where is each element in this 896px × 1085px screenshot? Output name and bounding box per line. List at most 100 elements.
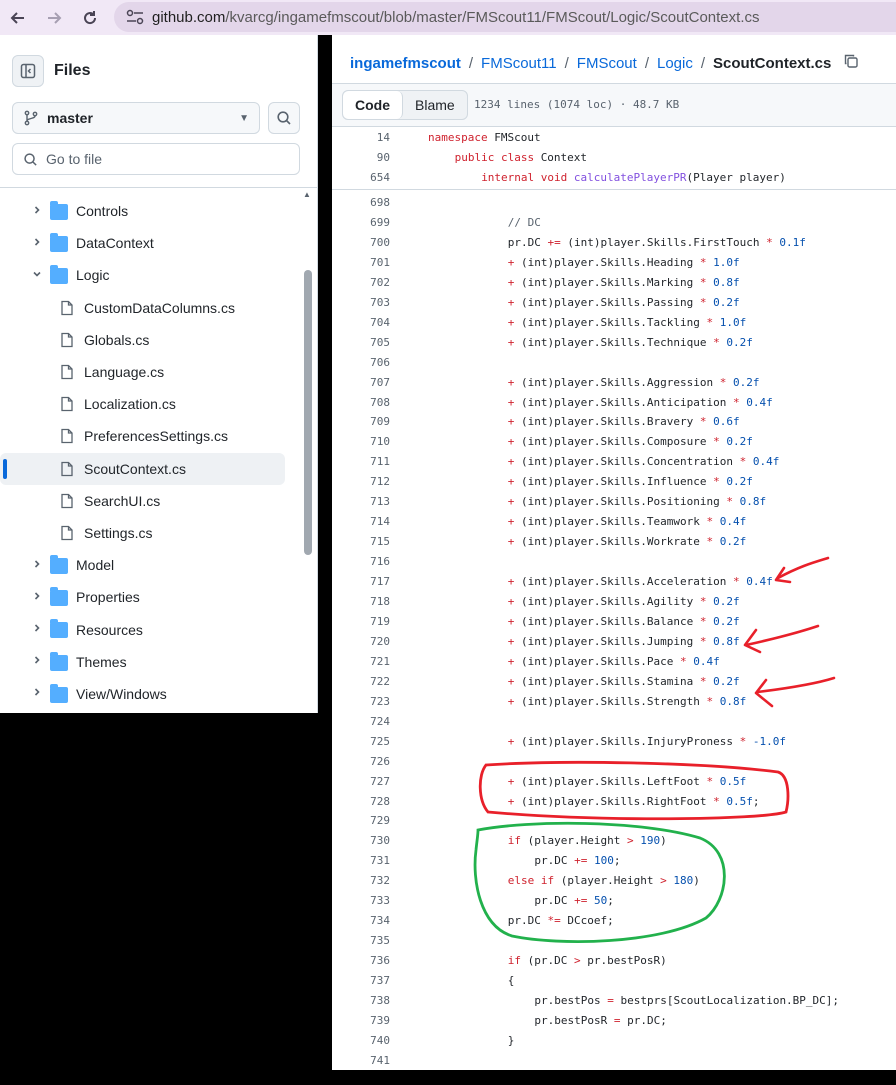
back-arrow-icon[interactable]	[0, 0, 36, 35]
code-token: 1.0f	[713, 315, 747, 329]
line-number[interactable]: 713	[332, 495, 390, 508]
tree-folder-datacontext[interactable]: DataContext	[0, 227, 300, 259]
tree-file-language-cs[interactable]: Language.cs	[0, 356, 300, 388]
line-number[interactable]: 738	[332, 994, 390, 1007]
code-token: -1.0f	[746, 734, 786, 748]
tree-folder-controls[interactable]: Controls	[0, 195, 300, 227]
tree-file-scoutcontext-cs[interactable]: ScoutContext.cs	[0, 452, 285, 485]
line-number[interactable]: 715	[332, 535, 390, 548]
line-number[interactable]: 700	[332, 236, 390, 249]
chevron-right-icon[interactable]	[30, 204, 44, 219]
chevron-right-icon[interactable]	[30, 686, 44, 701]
tree-folder-themes[interactable]: Themes	[0, 646, 300, 678]
tree-folder-logic[interactable]: Logic	[0, 259, 300, 291]
code-token: 0.8f	[706, 275, 740, 289]
tab-code[interactable]: Code	[343, 91, 403, 119]
line-number[interactable]: 705	[332, 336, 390, 349]
reload-icon[interactable]	[72, 0, 108, 35]
tree-file-customdatacolumns-cs[interactable]: CustomDataColumns.cs	[0, 292, 300, 324]
chevron-right-icon[interactable]	[30, 236, 44, 251]
line-number[interactable]: 712	[332, 475, 390, 488]
line-number[interactable]: 701	[332, 256, 390, 269]
chevron-down-icon[interactable]	[30, 268, 44, 283]
line-number[interactable]: 729	[332, 814, 390, 827]
line-number[interactable]: 741	[332, 1054, 390, 1067]
line-number[interactable]: 702	[332, 276, 390, 289]
line-number[interactable]: 731	[332, 854, 390, 867]
code-token: (int)player.Skills.Technique	[514, 335, 714, 349]
tree-folder-properties[interactable]: Properties	[0, 581, 300, 613]
line-number[interactable]: 723	[332, 695, 390, 708]
line-number[interactable]: 721	[332, 655, 390, 668]
tree-folder-view-windows[interactable]: View/Windows	[0, 678, 300, 710]
code-token: public class	[454, 151, 541, 164]
line-number[interactable]: 735	[332, 934, 390, 947]
line-number[interactable]: 730	[332, 834, 390, 847]
line-number[interactable]: 704	[332, 316, 390, 329]
tree-file-globals-cs[interactable]: Globals.cs	[0, 324, 300, 356]
breadcrumb-link[interactable]: FMScout11	[481, 55, 557, 72]
breadcrumb-link[interactable]: Logic	[657, 55, 693, 72]
go-to-file-input[interactable]: Go to file	[12, 143, 300, 175]
breadcrumb-link[interactable]: FMScout	[577, 55, 637, 72]
line-number[interactable]: 733	[332, 894, 390, 907]
address-bar[interactable]: github.com/kvarcg/ingamefmscout/blob/mas…	[114, 2, 896, 32]
line-number[interactable]: 707	[332, 376, 390, 389]
tree-file-settings-cs[interactable]: Settings.cs	[0, 517, 300, 549]
breadcrumb-link[interactable]: ingamefmscout	[350, 55, 461, 72]
line-number[interactable]: 14	[332, 131, 390, 144]
line-number[interactable]: 717	[332, 575, 390, 588]
line-number[interactable]: 739	[332, 1014, 390, 1027]
code-token: 0.2f	[706, 595, 740, 608]
tab-blame[interactable]: Blame	[403, 91, 467, 119]
line-number[interactable]: 699	[332, 216, 390, 229]
site-settings-icon[interactable]	[124, 6, 146, 28]
line-number[interactable]: 718	[332, 595, 390, 608]
tree-item-label: Globals.cs	[84, 331, 150, 348]
line-number[interactable]: 734	[332, 914, 390, 927]
scrollbar-thumb[interactable]	[304, 270, 312, 555]
line-number[interactable]: 728	[332, 795, 390, 808]
chevron-right-icon[interactable]	[30, 622, 44, 637]
tree-file-searchui-cs[interactable]: SearchUI.cs	[0, 485, 300, 517]
collapse-panel-button[interactable]	[12, 55, 44, 87]
line-number[interactable]: 708	[332, 396, 390, 409]
line-number[interactable]: 719	[332, 615, 390, 628]
line-number[interactable]: 90	[332, 151, 390, 164]
chevron-right-icon[interactable]	[30, 590, 44, 605]
line-number[interactable]: 727	[332, 775, 390, 788]
tree-folder-resources[interactable]: Resources	[0, 613, 300, 645]
line-number[interactable]: 714	[332, 515, 390, 528]
line-number[interactable]: 740	[332, 1034, 390, 1047]
line-number[interactable]: 698	[332, 196, 390, 209]
chevron-right-icon[interactable]	[30, 654, 44, 669]
line-number[interactable]: 732	[332, 874, 390, 887]
tree-folder-model[interactable]: Model	[0, 549, 300, 581]
line-number[interactable]: 720	[332, 635, 390, 648]
branch-selector[interactable]: master ▼	[12, 102, 260, 134]
line-number[interactable]: 716	[332, 555, 390, 568]
line-number[interactable]: 711	[332, 455, 390, 468]
line-number[interactable]: 706	[332, 356, 390, 369]
folder-icon	[50, 619, 68, 639]
copy-path-icon[interactable]	[843, 53, 859, 73]
line-number[interactable]: 726	[332, 755, 390, 768]
line-number[interactable]: 736	[332, 954, 390, 967]
tree-file-localization-cs[interactable]: Localization.cs	[0, 388, 300, 420]
line-number[interactable]: 703	[332, 296, 390, 309]
search-button[interactable]	[268, 102, 300, 134]
code-token: 0.2f	[719, 335, 753, 349]
line-number[interactable]: 725	[332, 735, 390, 748]
line-number[interactable]: 654	[332, 171, 390, 184]
line-number[interactable]: 710	[332, 435, 390, 448]
line-number[interactable]: 709	[332, 415, 390, 428]
line-number[interactable]: 722	[332, 675, 390, 688]
line-number[interactable]: 737	[332, 974, 390, 987]
scroll-up-arrow-icon[interactable]: ▲	[303, 190, 311, 199]
forward-arrow-icon[interactable]	[36, 0, 72, 35]
chevron-right-icon[interactable]	[30, 558, 44, 573]
code-token: (int)player.Skills.Balance	[514, 614, 700, 628]
code-line: + (int)player.Skills.Passing * 0.2f	[508, 296, 740, 309]
tree-file-preferencessettings-cs[interactable]: PreferencesSettings.cs	[0, 420, 300, 452]
line-number[interactable]: 724	[332, 715, 390, 728]
